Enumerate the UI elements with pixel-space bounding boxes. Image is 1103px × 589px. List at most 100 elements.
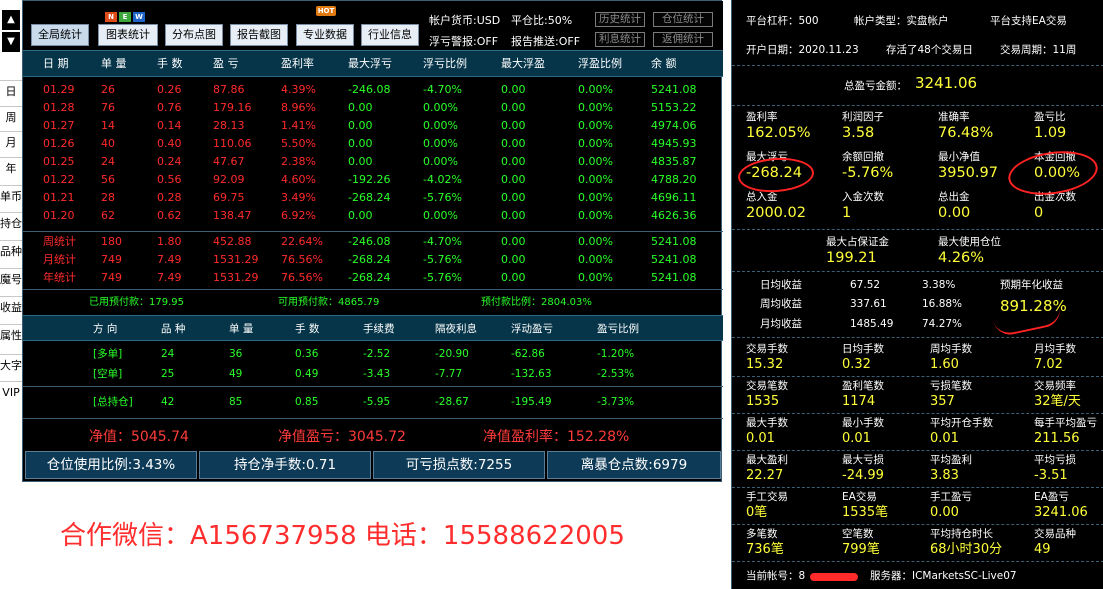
summary-cell: 749 <box>101 271 122 284</box>
loss-points: 可亏损点数:7255 <box>373 451 545 479</box>
stat-label: 交易笔数 <box>746 380 788 392</box>
position-cell: -1.20% <box>597 348 635 360</box>
stat-label: 手工盈亏 <box>930 491 972 503</box>
table-cell: 0.00% <box>578 209 613 222</box>
nav-item-7[interactable]: 魔号 <box>0 268 22 292</box>
screenshot-root: ▲ ▼ 日周月年单币持仓品种魔号收益属性大字 VIP 全局统计 图表统计 分布点图… <box>0 0 1103 589</box>
stat-value: 162.05% <box>746 125 811 141</box>
stat-value: 15.32 <box>746 357 784 372</box>
open-date: 开户日期：2020.11.23 <box>746 44 859 56</box>
account-info: 平台杠杆：500 帐户类型：实盘帐户 平台支持EA交易 开户日期：2020.11… <box>732 0 1103 66</box>
new-badge-w: W <box>133 12 145 22</box>
column-header: 品 种 <box>161 323 186 335</box>
left-nav: ▲ ▼ 日周月年单币持仓品种魔号收益属性大字 VIP <box>0 0 22 410</box>
stat-value: 1.09 <box>1034 125 1067 141</box>
monthly-income-value: 1485.49 <box>850 318 894 330</box>
position-cell: -62.86 <box>511 348 545 360</box>
table-cell: 01.21 <box>43 191 75 204</box>
table-cell: 87.86 <box>213 83 245 96</box>
global-stats-button[interactable]: 全局统计 <box>31 24 89 46</box>
nav-item-1[interactable]: 周 <box>0 106 22 130</box>
table-cell: 0.14 <box>157 119 182 132</box>
nav-item-9[interactable]: 属性 <box>0 324 22 348</box>
table-cell: -5.76% <box>423 191 462 204</box>
stat-label: 月均手数 <box>1034 343 1076 355</box>
summary-cell: 0.00 <box>501 235 526 248</box>
table-cell: 0.00 <box>348 137 373 150</box>
column-header: 手 数 <box>295 323 320 335</box>
table-cell: 110.06 <box>213 137 252 150</box>
table-cell: -268.24 <box>348 191 391 204</box>
column-header: 盈亏比例 <box>597 323 639 335</box>
stat-label: 空笔数 <box>842 528 874 540</box>
table-cell: 01.29 <box>43 83 75 96</box>
table-cell: 4.39% <box>281 83 316 96</box>
rebate-stats-button[interactable]: 返佣统计 <box>653 32 713 47</box>
table-cell: 4974.06 <box>651 119 697 132</box>
history-stats-button[interactable]: 历史统计 <box>595 12 645 27</box>
summary-cell: 1531.29 <box>213 271 259 284</box>
stat-value: 7.02 <box>1034 357 1063 372</box>
scroll-up-button[interactable]: ▲ <box>2 10 20 30</box>
position-cell: -7.77 <box>435 368 463 380</box>
table-cell: 0.00 <box>348 101 373 114</box>
nav-item-8[interactable]: 收益 <box>0 296 22 320</box>
nav-item-6[interactable]: 品种 <box>0 240 22 264</box>
distribution-button[interactable]: 分布点图 <box>165 24 223 46</box>
contact-watermark: 合作微信：A156737958 电话：15588622005 <box>60 521 625 551</box>
max-position-value: 4.26% <box>938 250 985 266</box>
nav-item-5[interactable]: 持仓 <box>0 212 22 236</box>
nav-item-11[interactable]: VIP <box>0 381 22 405</box>
total-pl-label: 总盈亏金额： <box>844 80 907 92</box>
stat-label: 多笔数 <box>746 528 778 540</box>
pro-data-button[interactable]: 专业数据 <box>296 24 354 46</box>
summary-cell: 76.56% <box>281 271 323 284</box>
stat-value: 76.48% <box>938 125 994 141</box>
table-cell: 0.00% <box>423 137 458 150</box>
summary-cell: 1.80 <box>157 235 182 248</box>
column-header: 余 额 <box>651 57 677 70</box>
nav-item-4[interactable]: 单币 <box>0 185 22 209</box>
stat-label: 交易品种 <box>1034 528 1076 540</box>
nav-item-3[interactable]: 年 <box>0 157 22 181</box>
position-stats-button[interactable]: 仓位统计 <box>653 12 713 27</box>
table-cell: 0.28 <box>157 191 182 204</box>
stat-label: 平均开仓手数 <box>930 417 993 429</box>
weekly-income-label: 周均收益 <box>760 298 802 310</box>
scroll-down-button[interactable]: ▼ <box>2 32 20 52</box>
annual-label: 预期年化收益 <box>1000 279 1063 291</box>
stat-label: 最小净值 <box>938 151 980 163</box>
table-cell: 69.75 <box>213 191 245 204</box>
hot-badge: HOT <box>316 6 336 16</box>
column-header: 日 期 <box>43 57 69 70</box>
stat-label: 交易频率 <box>1034 380 1076 392</box>
trade-cycle: 交易周期：11周 <box>1000 44 1077 56</box>
table-cell: 0.00% <box>578 83 613 96</box>
report-screenshot-button[interactable]: 报告截图 <box>230 24 288 46</box>
equity-value: 净值：5045.74 <box>89 429 189 445</box>
margin-call-points: 离暴仓点数:6979 <box>547 451 721 479</box>
column-header: 手 数 <box>157 57 183 70</box>
summary-cell: 1531.29 <box>213 253 259 266</box>
nav-item-2[interactable]: 月 <box>0 131 22 155</box>
nav-item-10[interactable]: 大字 <box>0 354 22 378</box>
interest-stats-button[interactable]: 利息统计 <box>595 32 645 47</box>
account-type: 帐户类型：实盘帐户 <box>854 15 949 27</box>
table-cell: 179.16 <box>213 101 252 114</box>
column-header: 方 向 <box>93 323 118 335</box>
summary-cell: 5241.08 <box>651 271 697 284</box>
table-cell: 0.00% <box>578 173 613 186</box>
stat-value: 0 <box>1034 205 1044 221</box>
chart-stats-button[interactable]: 图表统计 <box>98 24 158 46</box>
industry-info-button[interactable]: 行业信息 <box>361 24 419 46</box>
max-position-label: 最大使用仓位 <box>938 236 1001 248</box>
stat-label: 最大手数 <box>746 417 788 429</box>
table-cell: 0.00 <box>501 191 526 204</box>
position-usage: 仓位使用比例:3.43% <box>25 451 197 479</box>
stat-label: 最小手数 <box>842 417 884 429</box>
stat-label: 最大亏损 <box>842 454 884 466</box>
close-ratio: 平仓比:50% <box>511 14 573 27</box>
nav-item-0[interactable]: 日 <box>0 80 22 104</box>
table-cell: -4.70% <box>423 83 462 96</box>
daily-income-value: 67.52 <box>850 279 881 291</box>
